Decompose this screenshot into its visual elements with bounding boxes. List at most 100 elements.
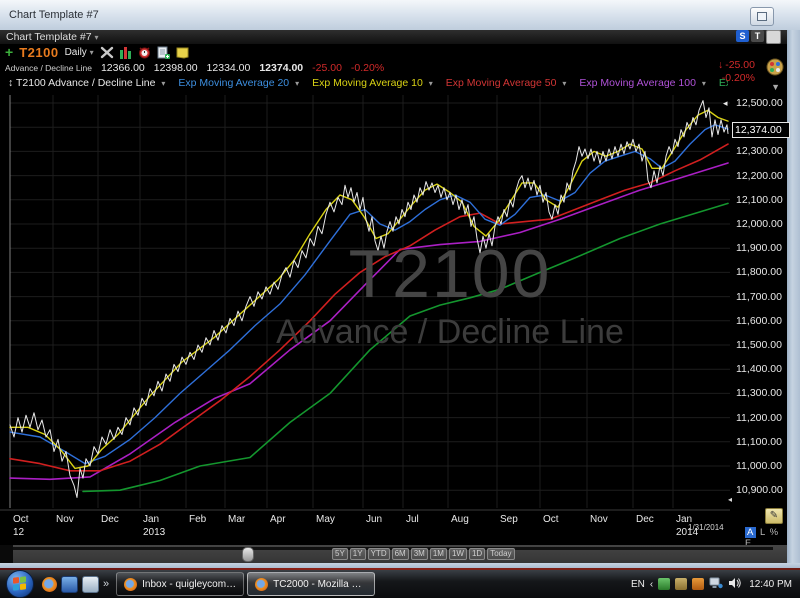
period-button-1d[interactable]: 1D bbox=[469, 548, 485, 560]
taskbar-button[interactable]: TC2000 - Mozilla Fire... bbox=[247, 572, 375, 596]
period-button-5y[interactable]: 5Y bbox=[332, 548, 348, 560]
restore-icon bbox=[757, 12, 767, 21]
chart-scrollbar[interactable]: 5Y1YYTD6M3M1M1W1DToday bbox=[0, 545, 787, 563]
x-axis-label: Aug bbox=[451, 514, 469, 525]
legend-item[interactable]: Exp Moving Average 10 ▾ bbox=[312, 77, 433, 89]
scan-badge[interactable]: S bbox=[736, 30, 749, 42]
alarm-icon[interactable] bbox=[138, 46, 151, 59]
tray-expand-chevron[interactable]: ‹ bbox=[650, 579, 653, 590]
end-date-label: 1/31/2014 bbox=[688, 523, 724, 532]
y-axis-label: 10,900.00 bbox=[736, 484, 788, 496]
quote-last: 12374.00 bbox=[259, 62, 303, 74]
report-icon[interactable] bbox=[157, 46, 170, 59]
chevron-down-icon[interactable]: ▼ bbox=[771, 82, 780, 92]
template-selector[interactable]: Chart Template #7 ▾ bbox=[6, 31, 99, 43]
app-tray-icon[interactable] bbox=[675, 578, 687, 590]
x-axis-label: Sep bbox=[500, 514, 518, 525]
app-tray-icon2[interactable] bbox=[692, 578, 704, 590]
legend-item[interactable]: ↕ T2100 Advance / Decline Line ▾ bbox=[8, 77, 165, 89]
x-axis-label: Feb bbox=[189, 514, 206, 525]
period-button-1m[interactable]: 1M bbox=[430, 548, 447, 560]
legend-item[interactable]: Exp Moving Average 50 ▾ bbox=[446, 77, 567, 89]
x-axis-label: Jan bbox=[143, 514, 159, 525]
scrollbar-thumb[interactable] bbox=[242, 547, 254, 562]
page-badge[interactable] bbox=[766, 30, 781, 44]
taskbar-button[interactable]: Inbox - quigleycomp... bbox=[116, 572, 244, 596]
y-axis-label: 11,800.00 bbox=[736, 266, 788, 278]
period-button-today[interactable]: Today bbox=[487, 548, 514, 560]
clock[interactable]: 12:40 PM bbox=[749, 579, 792, 590]
x-axis-label: Dec bbox=[636, 514, 654, 525]
window-titlebar: Chart Template #7 bbox=[0, 0, 800, 31]
y-axis-label: 11,200.00 bbox=[736, 412, 788, 424]
chart-columns-icon[interactable] bbox=[120, 46, 132, 59]
desktop-screen: Chart Template #7 Chart Template #7 ▾ S … bbox=[0, 0, 800, 598]
axis-tool-%[interactable]: % bbox=[770, 527, 779, 538]
period-button-1w[interactable]: 1W bbox=[449, 548, 467, 560]
period-button-3m[interactable]: 3M bbox=[411, 548, 428, 560]
tools-icon[interactable] bbox=[100, 46, 114, 59]
x-axis-label: Jun bbox=[366, 514, 382, 525]
quick-launch bbox=[42, 576, 99, 593]
net-change: -25.00 bbox=[725, 59, 755, 71]
legend-item[interactable]: Exp Moving Average 100 ▾ bbox=[579, 77, 705, 89]
y-axis-label: 11,700.00 bbox=[736, 291, 788, 303]
x-axis-sublabel: 2013 bbox=[143, 527, 165, 538]
x-axis-label: Oct bbox=[543, 514, 559, 525]
period-dropdown[interactable]: Daily ▾ bbox=[65, 47, 94, 58]
chart-area[interactable]: T2100 Advance / Decline Line 12,500.0012… bbox=[0, 91, 787, 545]
window-right-border bbox=[787, 30, 800, 563]
x-axis-label: Mar bbox=[228, 514, 245, 525]
y-axis-label: 11,600.00 bbox=[736, 315, 788, 327]
scrollbar-left-cap bbox=[0, 545, 13, 563]
price-plot bbox=[0, 91, 787, 545]
axis-tool-A[interactable]: A bbox=[745, 527, 756, 538]
add-symbol-button[interactable]: + bbox=[5, 45, 13, 59]
language-indicator[interactable]: EN bbox=[631, 579, 645, 590]
x-axis-label: Apr bbox=[270, 514, 286, 525]
start-button[interactable] bbox=[6, 570, 34, 598]
last-price-tag: 12,374.00 bbox=[732, 122, 790, 138]
quote-row: Advance / Decline Line 12366.00 12398.00… bbox=[0, 60, 792, 75]
system-tray: EN ‹ 12:40 PM bbox=[631, 577, 800, 592]
quote-change-pct: -0.20% bbox=[351, 62, 384, 74]
x-axis-label: Jul bbox=[406, 514, 419, 525]
template-menubar: Chart Template #7 ▾ S T bbox=[0, 30, 787, 44]
chart-toolbar: + T2100 Daily ▾ bbox=[0, 44, 792, 60]
chevron-down-icon: ▾ bbox=[90, 48, 94, 57]
volume-icon[interactable] bbox=[728, 577, 741, 592]
x-axis-label: Nov bbox=[590, 514, 608, 525]
x-axis-label: Nov bbox=[56, 514, 74, 525]
show-desktop-icon[interactable] bbox=[82, 576, 99, 593]
y-axis-label: 12,100.00 bbox=[736, 194, 788, 206]
firefox-icon[interactable] bbox=[42, 577, 57, 592]
y-axis-label: 11,500.00 bbox=[736, 339, 788, 351]
firefox-icon bbox=[255, 578, 268, 591]
window-title: Chart Template #7 bbox=[9, 9, 99, 21]
period-button-ytd[interactable]: YTD bbox=[368, 548, 390, 560]
palette-icon[interactable] bbox=[766, 58, 784, 81]
period-button-6m[interactable]: 6M bbox=[392, 548, 409, 560]
x-axis-label: May bbox=[316, 514, 335, 525]
y-axis-label: 11,900.00 bbox=[736, 242, 788, 254]
legend-item[interactable]: Exp Moving Average 20 ▾ bbox=[178, 77, 299, 89]
firefox-icon bbox=[124, 578, 137, 591]
explorer-icon[interactable] bbox=[61, 576, 78, 593]
period-button-1y[interactable]: 1Y bbox=[350, 548, 366, 560]
pct-change: -0.20% bbox=[718, 72, 755, 85]
quote-open: 12366.00 bbox=[101, 62, 145, 74]
template-badge[interactable]: T bbox=[751, 30, 764, 42]
restore-window-button[interactable] bbox=[750, 7, 774, 26]
x-axis-label: Dec bbox=[101, 514, 119, 525]
quote-high: 12398.00 bbox=[154, 62, 198, 74]
sticky-note-icon[interactable] bbox=[176, 46, 189, 59]
pencil-icon[interactable]: ✎ bbox=[765, 508, 783, 524]
tc2000-tray-icon[interactable] bbox=[658, 578, 670, 590]
symbol-label[interactable]: T2100 bbox=[19, 45, 58, 60]
overflow-chevron[interactable]: » bbox=[103, 578, 109, 590]
period-buttons: 5Y1YYTD6M3M1M1W1DToday bbox=[332, 548, 515, 560]
axis-tool-L[interactable]: L bbox=[760, 527, 766, 538]
indicator-name: Advance / Decline Line bbox=[5, 63, 92, 73]
change-block: ↓-25.00 -0.20% bbox=[718, 59, 755, 85]
network-icon[interactable] bbox=[709, 577, 723, 592]
